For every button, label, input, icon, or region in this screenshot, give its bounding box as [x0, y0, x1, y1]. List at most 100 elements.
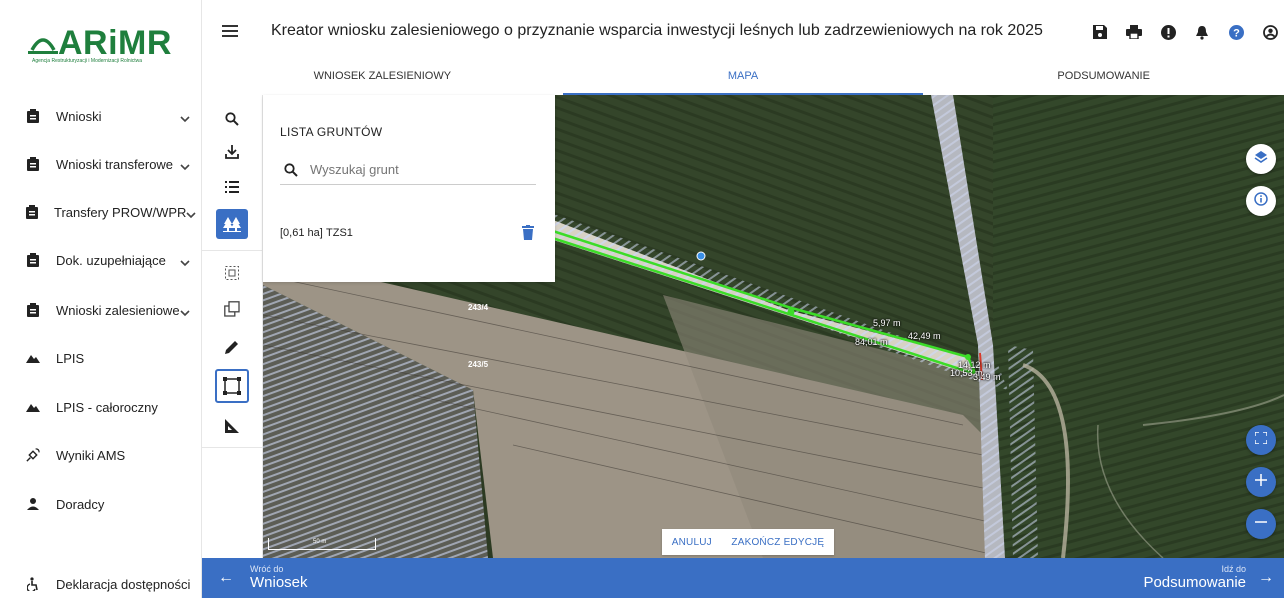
sidebar: ARiMR Agencja Restrukturyzacji i Moderni…: [0, 0, 202, 598]
sidebar-item-label: Wnioski transferowe: [56, 156, 174, 172]
zoom-in-button[interactable]: [1246, 467, 1276, 497]
parcel-label: 243/5: [468, 360, 489, 369]
dimension-label: 84,01 m: [855, 337, 888, 347]
account-icon[interactable]: [1262, 24, 1278, 40]
layers-button[interactable]: [1246, 144, 1276, 174]
sidebar-item-wyniki-ams[interactable]: Wyniki AMS: [0, 431, 202, 479]
sidebar-item-transfery[interactable]: Transfery PROW/WPR: [0, 188, 202, 236]
page-title: Kreator wniosku zalesieniowego o przyzna…: [271, 22, 1043, 39]
pencil-icon[interactable]: [216, 331, 248, 363]
clipboard-icon: [26, 253, 40, 267]
draw-rectangle-icon[interactable]: [215, 369, 249, 403]
panel-title: LISTA GRUNTÓW: [280, 125, 383, 139]
parcel-name: TZS1: [326, 227, 353, 239]
tab-mapa[interactable]: MAPA: [562, 60, 924, 95]
dimension-label: 3,49 m: [973, 372, 1001, 382]
zoom-out-button[interactable]: [1246, 509, 1276, 539]
search-icon[interactable]: [216, 103, 248, 135]
sidebar-item-wnioski-transferowe[interactable]: Wnioski transferowe: [0, 140, 202, 188]
next-button[interactable]: Idź do Podsumowanie →: [1143, 564, 1274, 591]
map-toolbar: [202, 95, 263, 558]
trash-icon[interactable]: [522, 225, 536, 241]
sidebar-item-label: LPIS: [56, 350, 85, 366]
chevron-down-icon: [180, 111, 190, 123]
help-icon[interactable]: ?: [1228, 24, 1244, 40]
info-icon: [1254, 191, 1268, 211]
chevron-down-icon: [180, 255, 190, 267]
search-icon: [284, 162, 298, 177]
arrow-right-icon: →: [1258, 568, 1274, 586]
toolbar-divider: [202, 447, 263, 448]
mountain-icon: [26, 400, 40, 414]
chevron-down-icon: [180, 159, 190, 171]
parcel-list-panel: LISTA GRUNTÓW [0,61 ha] TZS1: [263, 95, 555, 282]
person-icon: [26, 497, 40, 511]
parcel-label: 243/4: [468, 303, 489, 312]
layers-icon: [1254, 150, 1268, 169]
sidebar-item-label: Wnioski zalesieniowe: [56, 302, 180, 318]
sidebar-item-wnioski[interactable]: Wnioski: [0, 92, 202, 140]
cancel-button[interactable]: ANULUJ: [672, 537, 712, 548]
copy-shape-icon[interactable]: [216, 293, 248, 325]
map-scale-bar: 50 m: [268, 538, 376, 550]
parcel-list-item[interactable]: [0,61 ha] TZS1: [280, 220, 536, 246]
satellite-icon: [26, 448, 40, 462]
sidebar-item-label: Doradcy: [56, 496, 105, 512]
header-actions: ?: [1092, 24, 1278, 40]
back-button[interactable]: ← Wróć do Wniosek: [218, 564, 308, 591]
clipboard-icon: [26, 205, 38, 219]
edit-actions: ANULUJ ZAKOŃCZ EDYCJĘ: [662, 529, 834, 555]
sidebar-item-label: Dok. uzupełniające: [56, 252, 166, 268]
chevron-down-icon: [186, 207, 196, 219]
select-area-icon[interactable]: [216, 257, 248, 289]
parcel-search: [280, 155, 536, 185]
next-target: Podsumowanie: [1143, 574, 1246, 591]
arrow-left-icon: ←: [218, 568, 234, 586]
arimr-logo[interactable]: ARiMR Agencja Restrukturyzacji i Moderni…: [28, 20, 178, 70]
download-icon[interactable]: [216, 136, 248, 168]
sidebar-item-label: Wyniki AMS: [56, 447, 126, 463]
chevron-down-icon: [180, 305, 190, 317]
list-icon[interactable]: [216, 171, 248, 203]
clipboard-icon: [26, 157, 40, 171]
sidebar-item-doradcy[interactable]: Doradcy: [0, 480, 202, 528]
sidebar-item-label: Deklaracja dostępności: [56, 576, 191, 592]
sidebar-item-label: LPIS - całoroczny: [56, 399, 158, 415]
sidebar-item-lpis[interactable]: LPIS: [0, 334, 202, 382]
mountain-icon: [26, 351, 40, 365]
toolbar-divider: [202, 250, 263, 251]
dimension-label: 42,49 m: [908, 331, 941, 341]
sidebar-item-label: Wnioski: [56, 108, 102, 124]
menu-icon[interactable]: [222, 25, 238, 37]
print-icon[interactable]: [1126, 24, 1142, 40]
sidebar-item-lpis-caloroczny[interactable]: LPIS - całoroczny: [0, 383, 202, 431]
plus-icon: [1255, 473, 1267, 491]
info-button[interactable]: [1246, 186, 1276, 216]
sidebar-item-deklaracja[interactable]: Deklaracja dostępności: [0, 560, 202, 598]
clipboard-icon: [26, 109, 40, 123]
accessibility-icon: [26, 577, 40, 591]
clipboard-icon: [26, 303, 40, 317]
sidebar-item-dok-uzupelniajace[interactable]: Dok. uzupełniające: [0, 236, 202, 284]
alert-icon[interactable]: [1160, 24, 1176, 40]
logo-arch-icon: [28, 38, 58, 54]
sidebar-item-wnioski-zalesieniowe[interactable]: Wnioski zalesieniowe: [0, 286, 202, 334]
next-caption: Idź do: [1221, 564, 1246, 574]
minus-icon: [1255, 515, 1267, 533]
bell-icon[interactable]: [1194, 24, 1210, 40]
tab-podsumowanie[interactable]: PODSUMOWANIE: [923, 60, 1284, 95]
parcel-area: [0,61 ha]: [280, 227, 323, 239]
back-caption: Wróć do: [250, 564, 284, 574]
header: Kreator wniosku zalesieniowego o przyzna…: [202, 0, 1284, 95]
fullscreen-icon: [1254, 431, 1268, 449]
measure-angle-icon[interactable]: [216, 410, 248, 442]
scale-label: 50 m: [313, 539, 327, 545]
parcel-search-input[interactable]: [310, 162, 510, 177]
fullscreen-button[interactable]: [1246, 425, 1276, 455]
logo-subtitle: Agencja Restrukturyzacji i Modernizacji …: [32, 58, 143, 64]
forest-icon[interactable]: [216, 209, 248, 239]
sidebar-item-label: Transfery PROW/WPR: [54, 204, 187, 220]
finish-edit-button[interactable]: ZAKOŃCZ EDYCJĘ: [731, 537, 824, 548]
tab-wniosek-zalesieniowy[interactable]: WNIOSEK ZALESIENIOWY: [202, 60, 563, 95]
save-icon[interactable]: [1092, 24, 1108, 40]
